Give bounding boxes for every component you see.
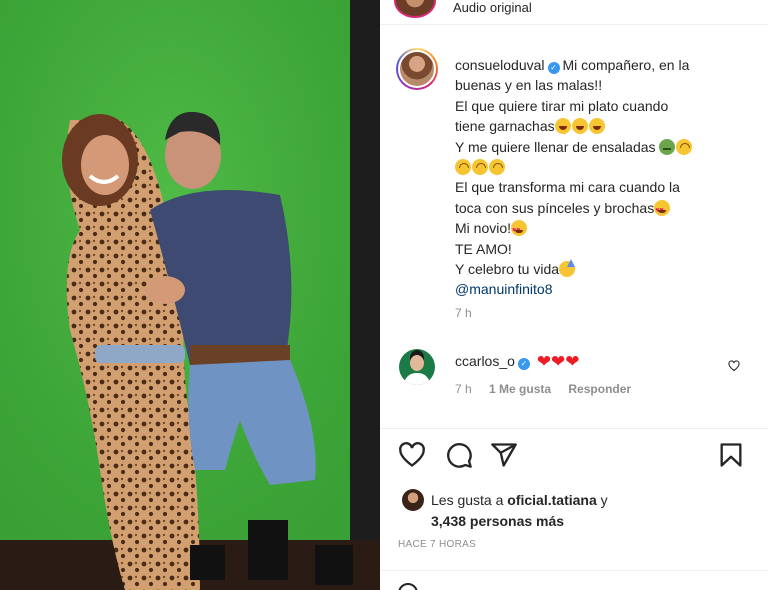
- caption-username[interactable]: consueloduval: [455, 57, 545, 73]
- caption-text: Mi novio!: [455, 220, 512, 237]
- rofl-emoji-icon: [588, 118, 605, 135]
- caption-line: [455, 157, 755, 177]
- header-divider: [380, 24, 768, 25]
- comment-like-icon[interactable]: [728, 360, 740, 375]
- comment-meta: 7 h 1 Me gusta Responder: [455, 382, 631, 396]
- heart-eyes-emoji-icon: [654, 199, 671, 221]
- caption-line-1: consueloduval ✓ Mi compañero, en la: [455, 55, 755, 75]
- rofl-emoji-icon: [571, 118, 588, 135]
- comment-icon[interactable]: [445, 441, 473, 469]
- likes-summary: Les gusta a oficial.tatiana y 3,438 pers…: [431, 490, 608, 531]
- post-caption: consueloduval ✓ Mi compañero, en la buenas…: [455, 55, 755, 300]
- audio-label[interactable]: Audio original: [453, 0, 532, 15]
- caption-line: Y me quiere llenar de ensaladas: [455, 137, 755, 157]
- verified-badge-icon: ✓: [547, 62, 560, 74]
- caption-line: Mi novio!: [455, 218, 755, 242]
- commenter-avatar[interactable]: [399, 349, 435, 385]
- comment-hearts: ❤❤❤: [536, 352, 580, 371]
- comment-box-divider: [380, 570, 768, 571]
- caption-text: TE AMO!: [455, 240, 512, 257]
- post-timestamp[interactable]: HACE 7 HORAS: [398, 539, 476, 550]
- upside-down-emoji-icon: [455, 159, 471, 176]
- comment-timestamp[interactable]: 7 h: [455, 382, 472, 396]
- caption-line: Y celebro tu vida: [455, 259, 755, 279]
- party-emoji-icon: [559, 259, 576, 278]
- author-avatar-image: [398, 50, 436, 88]
- upside-down-emoji-icon: [472, 159, 488, 176]
- caption-text: tiene garnachas: [455, 118, 555, 135]
- caption-text: buenas y en las malas!!: [455, 77, 603, 94]
- upside-down-emoji-icon: [676, 138, 693, 155]
- likes-count[interactable]: 3,438 personas más: [431, 513, 564, 529]
- heart-eyes-emoji-icon: [511, 220, 528, 242]
- mention-link[interactable]: @manuinfinito8: [455, 279, 755, 299]
- liker-username[interactable]: oficial.tatiana: [507, 492, 596, 508]
- rofl-emoji-icon: [554, 118, 571, 135]
- post-photo[interactable]: [0, 0, 380, 590]
- share-paper-plane-icon[interactable]: [490, 441, 518, 469]
- caption-line: toca con sus pínceles y brochas: [455, 198, 755, 221]
- caption-text: Mi compañero, en la: [562, 57, 690, 73]
- like-heart-icon[interactable]: [398, 441, 426, 469]
- comment-text: ccarlos_o ✓ ❤❤❤: [455, 352, 580, 372]
- heart-outline-icon: [728, 360, 740, 372]
- comment-username[interactable]: ccarlos_o: [455, 353, 515, 369]
- reply-button[interactable]: Responder: [568, 382, 631, 396]
- nauseated-emoji-icon: [659, 138, 676, 155]
- caption-line: tiene garnachas: [455, 116, 755, 136]
- save-bookmark-icon[interactable]: [717, 441, 745, 469]
- caption-text: Y me quiere llenar de ensaladas: [455, 138, 656, 155]
- author-avatar[interactable]: [396, 48, 438, 90]
- verified-badge-icon: ✓: [517, 358, 530, 370]
- upside-down-emoji-icon: [489, 159, 505, 176]
- caption-timestamp[interactable]: 7 h: [455, 306, 472, 320]
- actions-divider: [380, 428, 768, 429]
- comment-likes-count[interactable]: 1 Me gusta: [489, 382, 551, 396]
- caption-text: Y celebro tu vida: [455, 261, 560, 278]
- caption-text: El que quiere tirar mi plato cuando: [455, 97, 669, 114]
- caption-text: toca con sus pínceles y brochas: [455, 199, 655, 216]
- likes-prefix: Les gusta a: [431, 492, 508, 508]
- caption-text: El que transforma mi cara cuando la: [455, 179, 680, 196]
- likes-joiner: y: [596, 492, 608, 508]
- liker-avatar[interactable]: [402, 489, 424, 511]
- post-photo-image: [0, 0, 380, 590]
